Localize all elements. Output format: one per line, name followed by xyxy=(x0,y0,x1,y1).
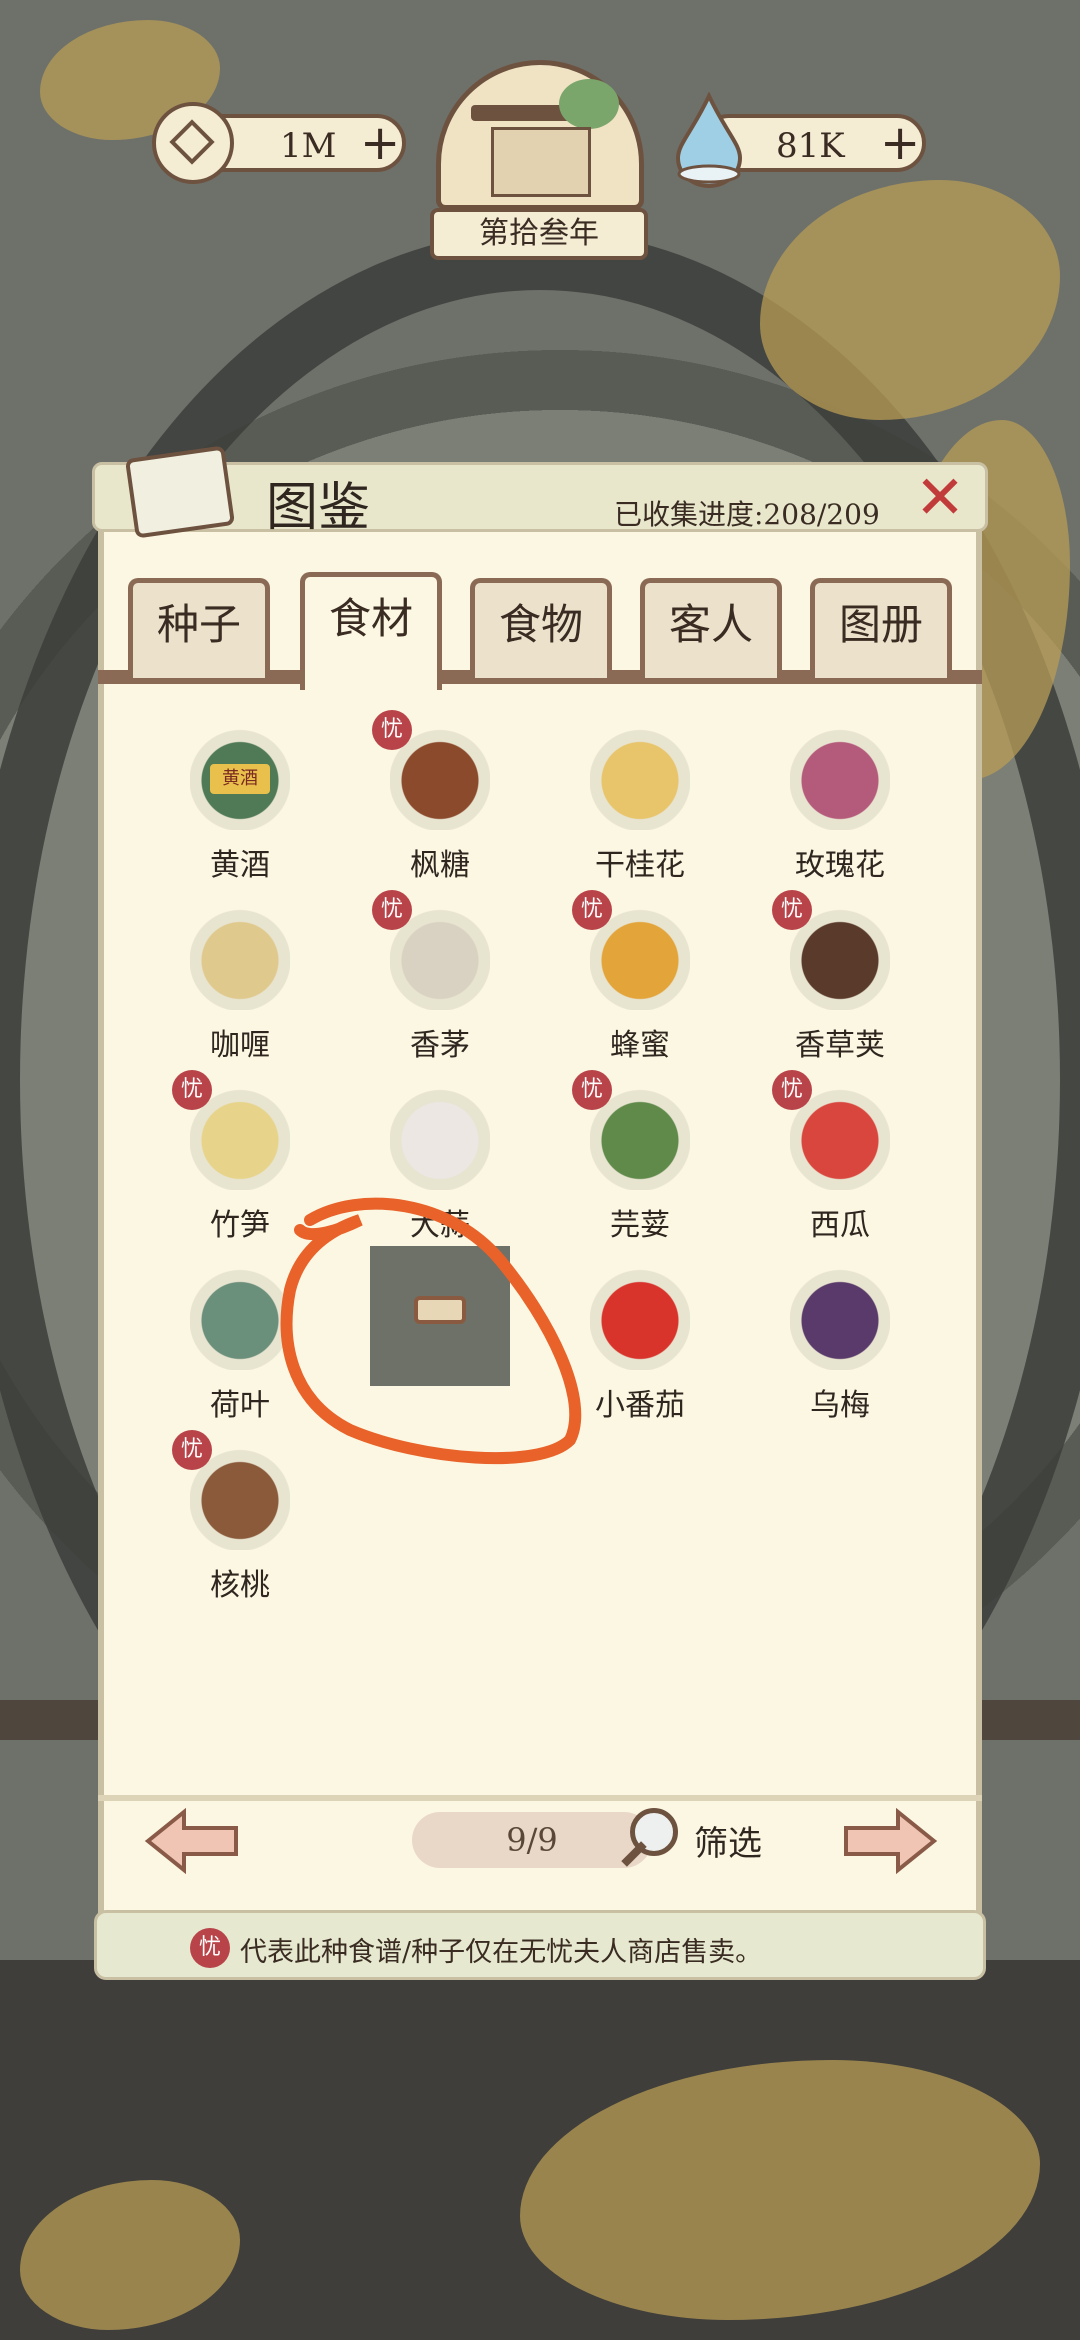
notice-text: 代表此种食谱/种子仅在无忧夫人商店售卖。 xyxy=(240,1937,763,1968)
plum-icon xyxy=(790,1260,890,1370)
collection-progress: 已收集进度:208/209 xyxy=(614,498,880,531)
ingredient-item[interactable]: 忧香茅 xyxy=(340,890,540,1070)
page-indicator: 9/9 xyxy=(412,1812,652,1868)
tab-seeds[interactable]: 种子 xyxy=(128,578,270,678)
tab-ingredients[interactable]: 食材 xyxy=(300,572,442,690)
ingredient-name: 玫瑰花 xyxy=(795,848,885,883)
ingredient-item[interactable]: 咖喱 xyxy=(140,900,340,1070)
add-water-button[interactable]: + xyxy=(880,114,920,172)
tab-food[interactable]: 食物 xyxy=(470,578,612,678)
scroll-icon xyxy=(124,445,236,539)
ingredient-item[interactable]: 忧西瓜 xyxy=(740,1070,940,1250)
ingredient-item[interactable]: 黄酒 黄酒 xyxy=(140,720,340,890)
add-coins-button[interactable]: + xyxy=(360,114,400,172)
ingredient-item[interactable]: 忧枫糖 xyxy=(340,710,540,890)
ingredient-item[interactable]: 乌梅 xyxy=(740,1260,940,1430)
annotation-circle xyxy=(280,1197,582,1465)
arrow-left-icon[interactable] xyxy=(144,1808,240,1874)
rose-icon xyxy=(790,720,890,830)
ingredient-name: 干桂花 xyxy=(595,848,685,883)
shop-exclusive-badge: 忧 xyxy=(172,1430,212,1470)
shop-exclusive-badge: 忧 xyxy=(190,1928,230,1968)
ingredient-name: 乌梅 xyxy=(810,1388,870,1423)
shop-exclusive-badge: 忧 xyxy=(372,710,412,750)
coin-icon xyxy=(152,102,234,184)
ingredient-item[interactable]: 干桂花 xyxy=(540,720,740,890)
ingredient-item[interactable]: 忧香草荚 xyxy=(740,890,940,1070)
year-label: 第拾叁年 xyxy=(430,208,648,260)
close-icon[interactable]: ✕ xyxy=(910,468,970,530)
water-drop-icon xyxy=(675,92,743,188)
tab-album[interactable]: 图册 xyxy=(810,578,952,678)
shop-exclusive-badge: 忧 xyxy=(572,890,612,930)
ingredient-name: 咖喱 xyxy=(210,1028,270,1063)
garlic-icon xyxy=(390,1080,490,1190)
water-value: 81K xyxy=(776,126,845,166)
page-title: 图鉴 xyxy=(266,478,371,538)
ingredient-item[interactable]: 忧蜂蜜 xyxy=(540,890,740,1070)
shop-exclusive-badge: 忧 xyxy=(772,890,812,930)
ingredient-name: 核桃 xyxy=(210,1568,270,1603)
ingredient-name: 枫糖 xyxy=(410,848,470,883)
ingredient-name: 黄酒 xyxy=(210,848,270,883)
cherry-tomato-icon xyxy=(590,1260,690,1370)
ingredient-item[interactable]: 玫瑰花 xyxy=(740,720,940,890)
shop-exclusive-badge: 忧 xyxy=(172,1070,212,1110)
filter-button[interactable]: 筛选 xyxy=(694,1816,762,1865)
ingredient-name: 香草荚 xyxy=(795,1028,885,1063)
osmanthus-bowl-icon xyxy=(590,720,690,830)
ingredient-name: 蜂蜜 xyxy=(610,1028,670,1063)
wine-jar-icon: 黄酒 xyxy=(190,720,290,830)
ingredient-name: 西瓜 xyxy=(810,1208,870,1243)
tab-guests[interactable]: 客人 xyxy=(640,578,782,678)
ingredient-name: 香茅 xyxy=(410,1028,470,1063)
shop-exclusive-badge: 忧 xyxy=(772,1070,812,1110)
shop-exclusive-badge: 忧 xyxy=(572,1070,612,1110)
coins-value: 1M xyxy=(280,126,337,166)
wine-jar-label: 黄酒 xyxy=(210,764,270,794)
footer-divider xyxy=(98,1795,982,1801)
arrow-right-icon[interactable] xyxy=(842,1808,938,1874)
curry-tray-icon xyxy=(190,900,290,1010)
shop-exclusive-badge: 忧 xyxy=(372,890,412,930)
